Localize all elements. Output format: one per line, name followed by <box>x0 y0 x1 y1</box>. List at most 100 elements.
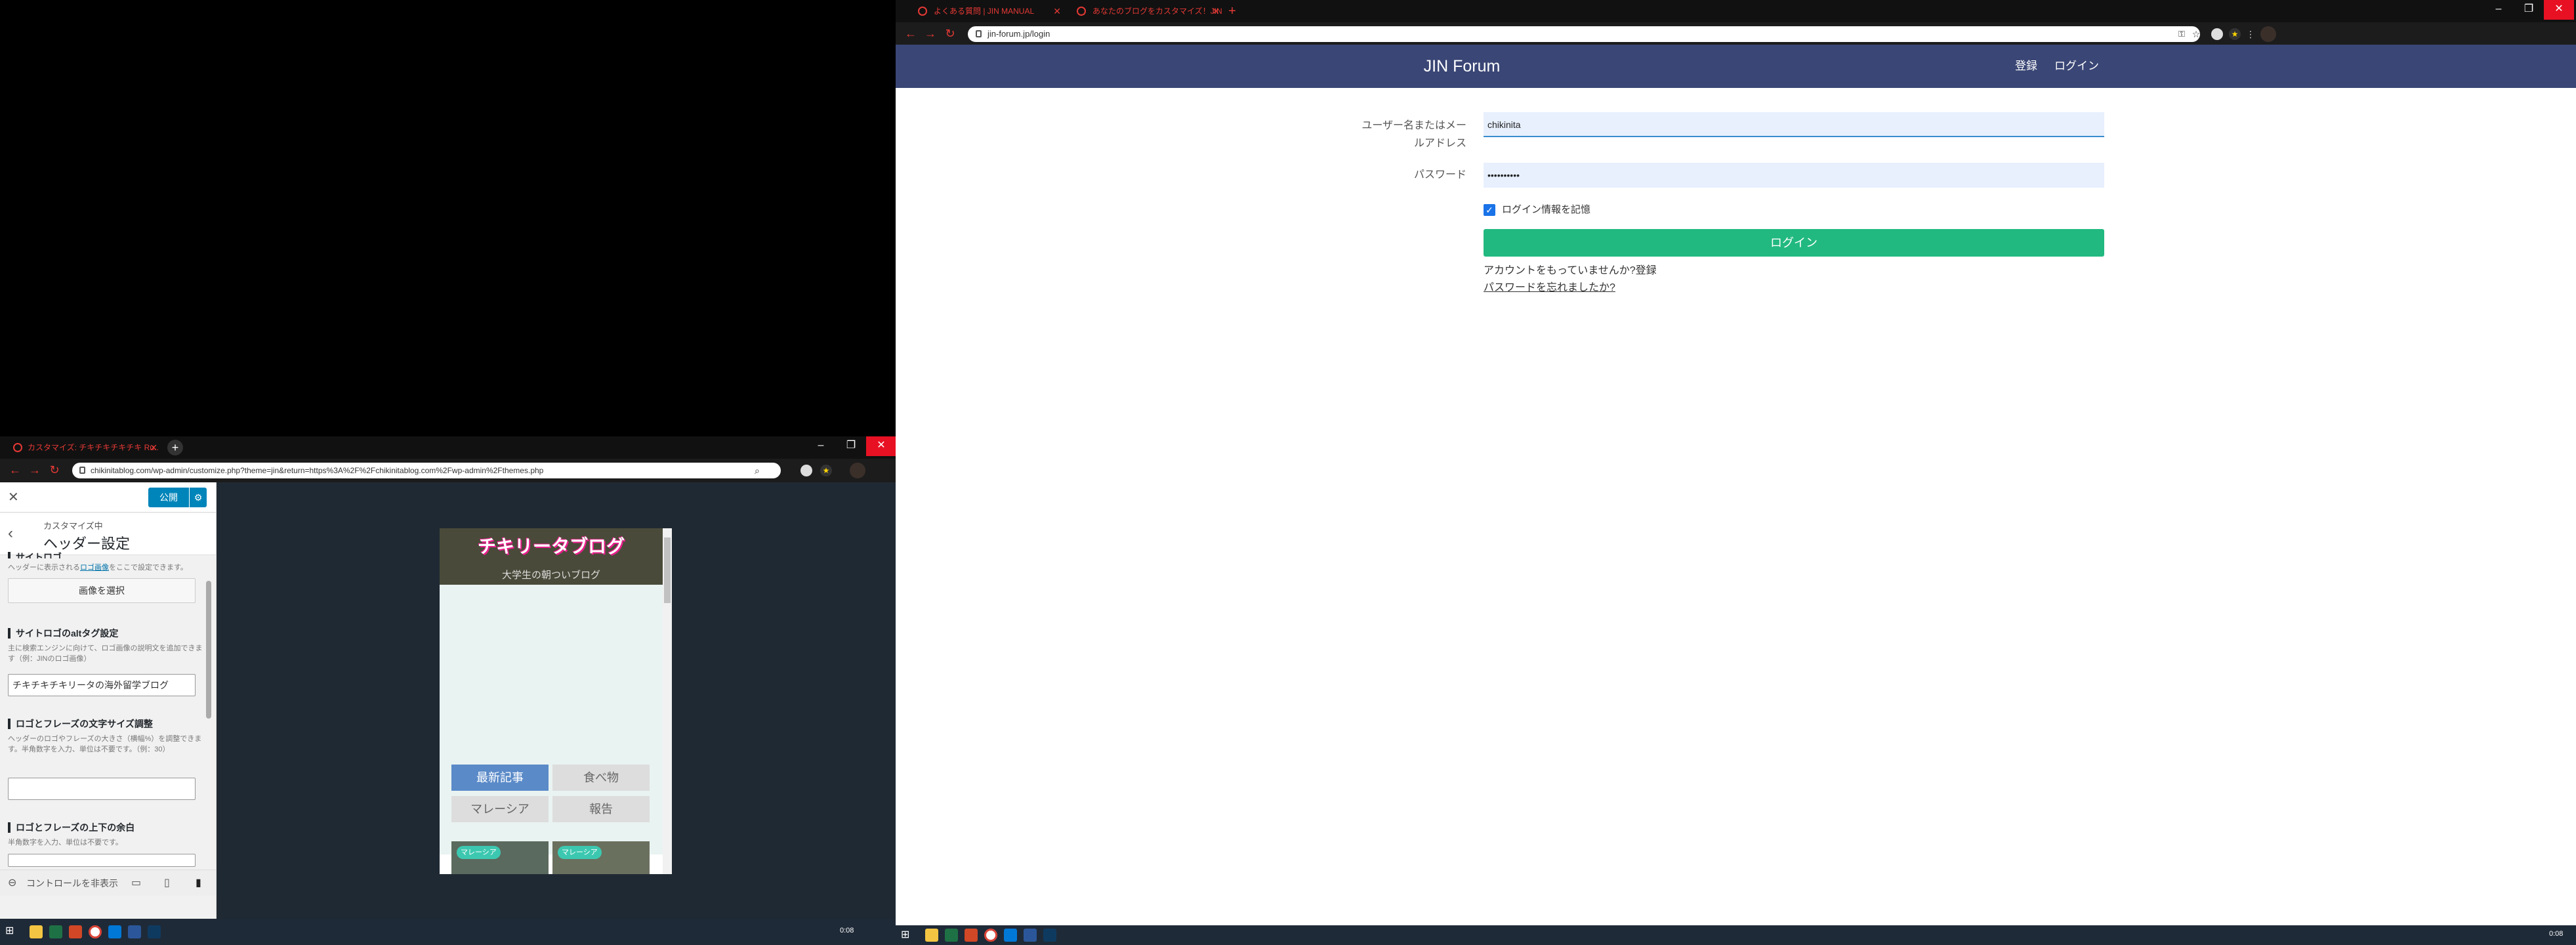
file-explorer-icon[interactable] <box>30 925 43 938</box>
no-account-text: アカウントをもっていませんか?登録 <box>1484 265 1657 276</box>
remember-label[interactable]: ログイン情報を記憶 <box>1502 203 1590 217</box>
menu-icon[interactable]: ⋮ <box>2246 28 2256 40</box>
new-tab-button[interactable]: + <box>167 440 183 455</box>
windows-start-icon[interactable]: ⊞ <box>5 925 17 937</box>
lock-icon <box>79 467 85 474</box>
tab-favicon-icon <box>1077 7 1086 16</box>
chrome-icon[interactable] <box>984 929 997 942</box>
site-title[interactable]: JIN Forum <box>1355 45 1569 88</box>
preview-menu-food[interactable]: 食べ物 <box>552 765 650 791</box>
panel-scrollbar[interactable] <box>206 581 211 719</box>
close-customizer-icon[interactable]: ✕ <box>8 489 19 505</box>
clock[interactable]: 0:08 <box>840 927 854 934</box>
app-icon[interactable] <box>148 925 161 938</box>
alt-tag-input[interactable]: チキチキチキリータの海外留学ブログ <box>8 674 196 696</box>
site-logo-heading: サイトロゴ <box>8 552 62 558</box>
password-field[interactable]: •••••••••• <box>1484 163 2104 188</box>
search-icon[interactable]: ⌕ <box>755 464 768 477</box>
extension-icon[interactable]: ★ <box>820 465 832 476</box>
close-window-button[interactable]: ✕ <box>866 436 896 456</box>
close-tab-icon[interactable]: ✕ <box>150 438 157 457</box>
tab-jin-manual[interactable]: よくある質問 | JIN MANUAL ✕ <box>909 1 1066 21</box>
close-window-button[interactable]: ✕ <box>2544 0 2574 20</box>
powerpoint-icon[interactable] <box>965 929 978 942</box>
app-icon[interactable] <box>1043 929 1056 942</box>
close-tab-icon[interactable]: ✕ <box>1053 1 1061 21</box>
alt-tag-heading: サイトロゴのaltタグ設定 <box>8 628 118 639</box>
desktop-preview-icon[interactable]: ▭ <box>131 876 141 889</box>
margin-input[interactable] <box>8 854 196 867</box>
username-field[interactable]: chikinita <box>1484 112 2104 137</box>
close-tab-icon[interactable]: ✕ <box>1212 1 1220 21</box>
minimize-button[interactable]: – <box>806 436 836 456</box>
logo-image-link[interactable]: ロゴ画像 <box>80 564 109 572</box>
margin-description: 半角数字を入力、単位は不要です。 <box>8 839 123 847</box>
tab-jin-forum[interactable]: あなたのブログをカスタマイズ！JIN Fo... ✕ <box>1068 1 1225 21</box>
wordpress-icon <box>13 443 22 452</box>
customizer-panel: ✕ 公開 ⚙ ‹ カスタマイズ中 ヘッダー設定 サイトロゴ ヘッダーに表示される… <box>0 482 217 925</box>
powerpoint-icon[interactable] <box>69 925 82 938</box>
extension-icon[interactable] <box>800 465 812 476</box>
preview-menu-report[interactable]: 報告 <box>552 796 650 822</box>
forgot-password-link[interactable]: パスワードを忘れましたか? <box>1484 282 1615 295</box>
clock[interactable]: 0:08 <box>2549 930 2563 938</box>
login-button[interactable]: ログイン <box>1484 229 2104 257</box>
preview-menu-malaysia[interactable]: マレーシア <box>451 796 549 822</box>
register-link[interactable]: 登録 <box>1636 265 1657 276</box>
preview-card-tag: マレーシア <box>457 846 501 859</box>
url-input[interactable]: jin-forum.jp/login <box>968 26 2200 42</box>
avatar[interactable] <box>2260 26 2276 42</box>
hide-controls-icon[interactable]: ⊖ <box>8 876 16 889</box>
font-size-input[interactable] <box>8 778 196 800</box>
tab-customizer[interactable]: カスタマイズ: チキチキチキチキ Ru.. ✕ <box>5 438 163 457</box>
tab-favicon-icon <box>918 7 927 16</box>
forward-icon[interactable]: → <box>26 461 43 478</box>
new-tab-button[interactable]: + <box>1224 3 1241 20</box>
file-explorer-icon[interactable] <box>925 929 938 942</box>
header-login-link[interactable]: ログイン <box>2054 45 2099 88</box>
edge-icon[interactable] <box>1004 929 1017 942</box>
maximize-button[interactable]: ❐ <box>2514 0 2544 20</box>
forward-icon[interactable]: → <box>922 25 939 42</box>
select-image-button[interactable]: 画像を選択 <box>8 578 196 603</box>
url-input[interactable]: chikinitablog.com/wp-admin/customize.php… <box>72 463 781 478</box>
password-label: パスワード <box>1413 169 1466 180</box>
username-label: ユーザー名またはメー ルアドレス <box>1361 120 1466 149</box>
header-register-link[interactable]: 登録 <box>2015 45 2037 88</box>
preview-blog-title[interactable]: チキリータブログ <box>440 532 663 558</box>
excel-icon[interactable] <box>49 925 62 938</box>
reload-icon[interactable]: ↻ <box>46 461 63 478</box>
chrome-icon[interactable] <box>89 925 102 938</box>
minimize-button[interactable]: – <box>2483 0 2514 20</box>
publish-settings-gear-icon[interactable]: ⚙ <box>190 488 207 507</box>
taskbar-left: ⊞ 0:08 <box>0 919 896 945</box>
maximize-button[interactable]: ❐ <box>836 436 866 456</box>
word-icon[interactable] <box>128 925 141 938</box>
remember-checkbox[interactable]: ✓ <box>1484 204 1495 216</box>
breadcrumb: カスタマイズ中 <box>43 521 103 531</box>
publish-button[interactable]: 公開 <box>148 488 189 507</box>
back-chevron-icon[interactable]: ‹ <box>8 524 13 543</box>
star-icon[interactable]: ☆ <box>2190 28 2203 41</box>
mobile-preview-frame: チキリータブログ 大学生の朝ついブログ 最新記事 食べ物 マレーシア 報告 マレ… <box>440 528 672 874</box>
back-icon[interactable]: ← <box>902 25 919 42</box>
reload-icon[interactable]: ↻ <box>942 25 959 42</box>
tablet-preview-icon[interactable]: ▯ <box>164 876 170 889</box>
alt-tag-description: 主に検索エンジンに向けて、ロゴ画像の説明文を追加できます（例：JINのロゴ画像） <box>8 644 203 663</box>
back-icon[interactable]: ← <box>7 461 24 478</box>
windows-start-icon[interactable]: ⊞ <box>901 929 913 941</box>
extension-icon[interactable]: ★ <box>2229 28 2241 40</box>
preview-card-tag: マレーシア <box>558 846 602 859</box>
word-icon[interactable] <box>1024 929 1037 942</box>
excel-icon[interactable] <box>945 929 958 942</box>
extension-icon[interactable] <box>2211 28 2223 40</box>
mobile-preview-icon[interactable]: ▮ <box>196 876 201 889</box>
forum-browser-window: よくある質問 | JIN MANUAL ✕ あなたのブログをカスタマイズ！JIN… <box>896 0 2576 925</box>
hide-controls-label[interactable]: コントロールを非表示 <box>26 877 118 890</box>
preview-scrollbar[interactable] <box>664 537 671 603</box>
key-icon[interactable]: ⚿ <box>2175 28 2188 41</box>
preview-menu-latest[interactable]: 最新記事 <box>451 765 549 791</box>
edge-icon[interactable] <box>108 925 121 938</box>
taskbar-right: ⊞ 0:08 <box>896 925 2576 945</box>
avatar[interactable] <box>850 463 865 478</box>
